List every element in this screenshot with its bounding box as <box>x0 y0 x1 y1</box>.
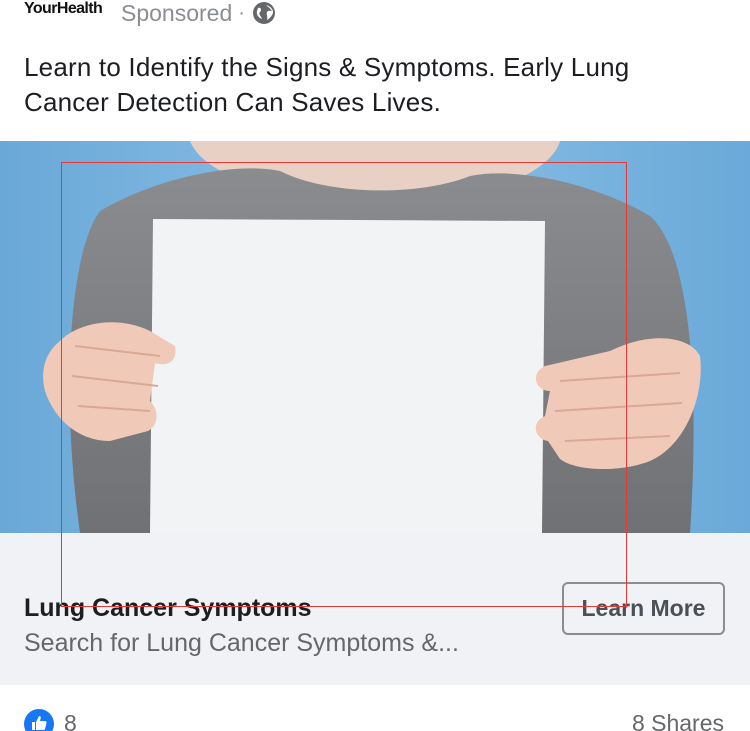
meta-separator: · <box>238 1 245 24</box>
like-count[interactable]: 8 <box>64 710 77 731</box>
post-meta: Sponsored · <box>121 0 275 26</box>
learn-more-button[interactable]: Learn More <box>562 582 725 635</box>
post-header: YourHealth Sponsored · <box>0 0 750 40</box>
globe-icon <box>252 2 275 24</box>
shares-count[interactable]: 8 Shares <box>632 710 724 731</box>
person-holding-blank-sign-image <box>0 141 750 533</box>
post-text-line: Cancer Detection Can Saves Lives. <box>24 87 442 117</box>
post-text-line: Learn to Identify the Signs & Symptoms. … <box>24 52 630 82</box>
thumbs-up-icon[interactable] <box>24 709 54 731</box>
page-logo[interactable]: YourHealth <box>24 0 103 18</box>
sponsored-label[interactable]: Sponsored <box>121 0 232 27</box>
post-text: Learn to Identify the Signs & Symptoms. … <box>24 50 724 120</box>
ad-image[interactable] <box>0 141 750 533</box>
link-title[interactable]: Lung Cancer Symptoms <box>24 594 312 623</box>
link-description[interactable]: Search for Lung Cancer Symptoms &... <box>24 629 459 658</box>
